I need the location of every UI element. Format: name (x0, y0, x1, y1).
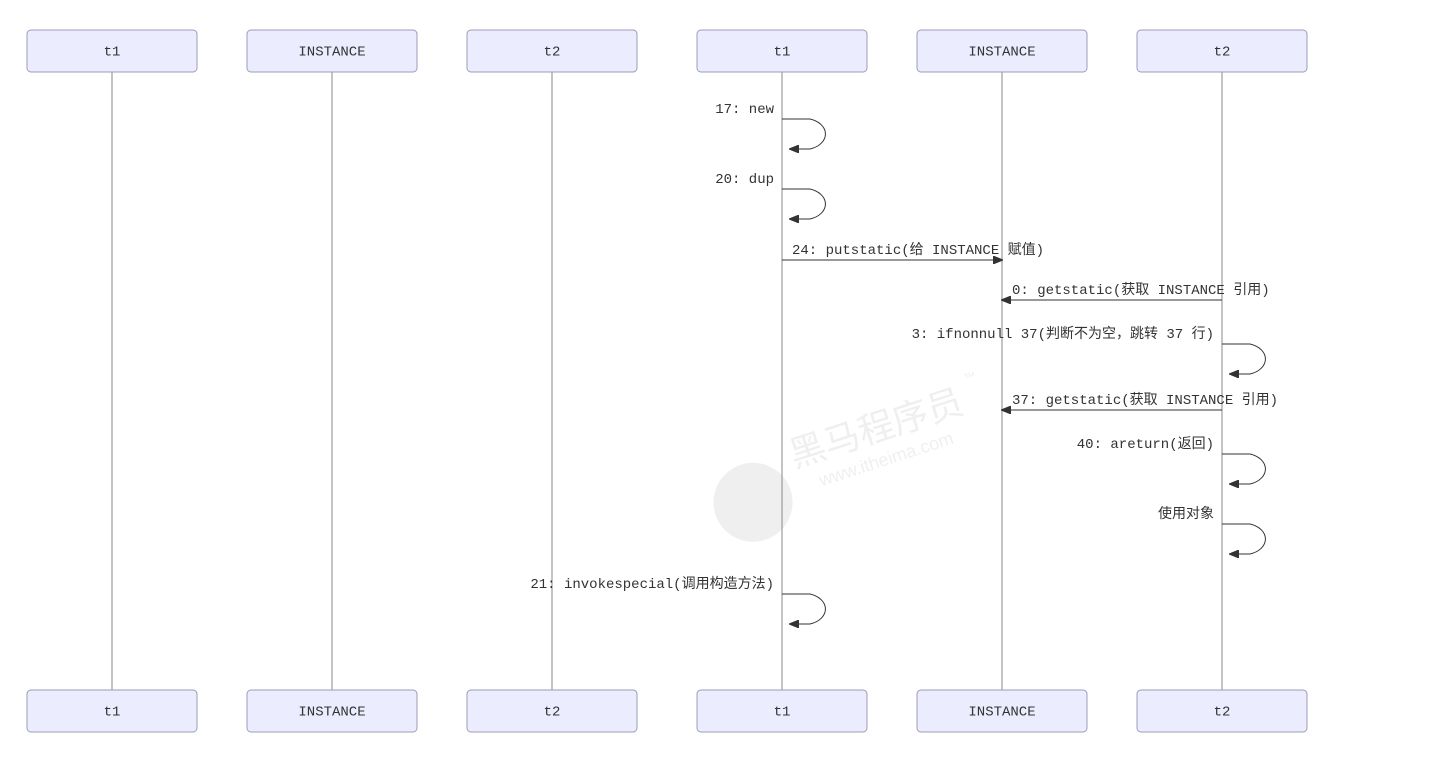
participant-top-label-p0: t1 (104, 45, 121, 61)
message-3: 0: getstatic(获取 INSTANCE 引用) (1002, 282, 1270, 300)
message-label-6: 40: areturn(返回) (1077, 436, 1214, 453)
self-loop-arrow-6 (1222, 454, 1265, 484)
participant-top-label-p2: t2 (544, 45, 561, 61)
message-label-4: 3: ifnonnull 37(判断不为空，跳转 37 行) (912, 326, 1214, 343)
participant-top-label-p5: t2 (1214, 45, 1231, 61)
participant-top-label-p3: t1 (774, 45, 791, 61)
participant-top-p3: t1 (697, 30, 867, 72)
watermark-icon (705, 454, 801, 550)
message-0: 17: new (715, 102, 825, 149)
message-label-3: 0: getstatic(获取 INSTANCE 引用) (1012, 282, 1270, 299)
participant-bot-label-p3: t1 (774, 705, 791, 721)
sequence-diagram: 黑马程序员™www.itheima.com 17: new 20: dup 24: … (0, 0, 1442, 772)
message-label-7: 使用对象 (1158, 505, 1214, 523)
participant-top-p1: INSTANCE (247, 30, 417, 72)
participant-top-p5: t2 (1137, 30, 1307, 72)
message-7: 使用对象 (1158, 505, 1265, 554)
participant-bot-label-p0: t1 (104, 705, 121, 721)
self-loop-arrow-0 (782, 119, 825, 149)
self-loop-arrow-7 (1222, 524, 1265, 554)
participant-bot-p2: t2 (467, 690, 637, 732)
participant-bot-p4: INSTANCE (917, 690, 1087, 732)
self-loop-arrow-4 (1222, 344, 1265, 374)
message-1: 20: dup (715, 172, 825, 219)
watermark-tm: ™ (962, 369, 978, 386)
self-loop-arrow-8 (782, 594, 825, 624)
message-label-2: 24: putstatic(给 INSTANCE 赋值) (792, 242, 1044, 259)
self-loop-arrow-1 (782, 189, 825, 219)
participant-bot-label-p2: t2 (544, 705, 561, 721)
watermark: 黑马程序员™www.itheima.com (699, 369, 1004, 551)
participant-top-label-p1: INSTANCE (298, 45, 365, 61)
message-4: 3: ifnonnull 37(判断不为空，跳转 37 行) (912, 326, 1266, 374)
participant-bot-label-p4: INSTANCE (968, 705, 1035, 721)
message-label-8: 21: invokespecial(调用构造方法) (530, 576, 774, 593)
participant-bot-p1: INSTANCE (247, 690, 417, 732)
participant-top-p2: t2 (467, 30, 637, 72)
participant-bot-p5: t2 (1137, 690, 1307, 732)
message-8: 21: invokespecial(调用构造方法) (530, 576, 825, 624)
message-label-0: 17: new (715, 102, 774, 118)
participant-bot-p0: t1 (27, 690, 197, 732)
participant-bot-label-p5: t2 (1214, 705, 1231, 721)
message-label-5: 37: getstatic(获取 INSTANCE 引用) (1012, 392, 1278, 409)
participant-top-label-p4: INSTANCE (968, 45, 1035, 61)
message-2: 24: putstatic(给 INSTANCE 赋值) (782, 242, 1044, 260)
participant-bot-label-p1: INSTANCE (298, 705, 365, 721)
message-label-1: 20: dup (715, 172, 774, 188)
message-5: 37: getstatic(获取 INSTANCE 引用) (1002, 392, 1278, 410)
participant-top-p0: t1 (27, 30, 197, 72)
participant-top-p4: INSTANCE (917, 30, 1087, 72)
participant-bot-p3: t1 (697, 690, 867, 732)
message-6: 40: areturn(返回) (1077, 436, 1266, 484)
